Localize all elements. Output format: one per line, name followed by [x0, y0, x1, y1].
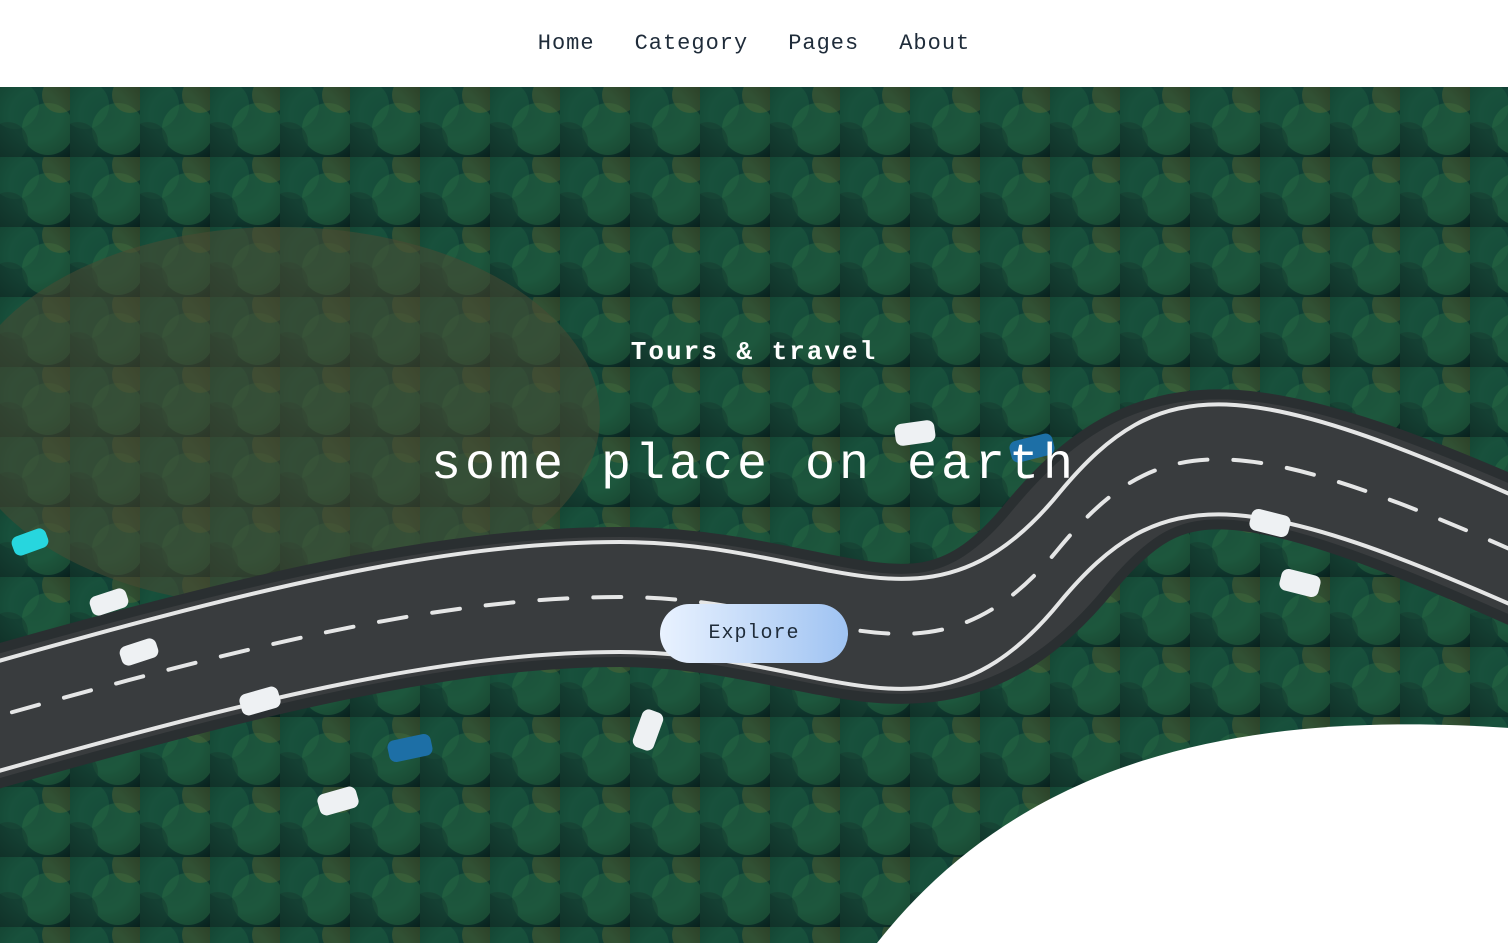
nav-item-home[interactable]: Home	[538, 31, 595, 56]
hero-subtitle: Tours & travel	[631, 337, 877, 367]
hero-bottom-curve	[848, 663, 1508, 943]
explore-button[interactable]: Explore	[660, 604, 847, 663]
hero-content: Tours & travel some place on earth Explo…	[304, 337, 1204, 663]
hero-section: Tours & travel some place on earth Explo…	[0, 87, 1508, 943]
nav-item-category[interactable]: Category	[635, 31, 749, 56]
nav-item-pages[interactable]: Pages	[788, 31, 859, 56]
hero-title: some place on earth	[431, 437, 1077, 494]
top-nav: Home Category Pages About	[0, 0, 1508, 87]
nav-item-about[interactable]: About	[899, 31, 970, 56]
